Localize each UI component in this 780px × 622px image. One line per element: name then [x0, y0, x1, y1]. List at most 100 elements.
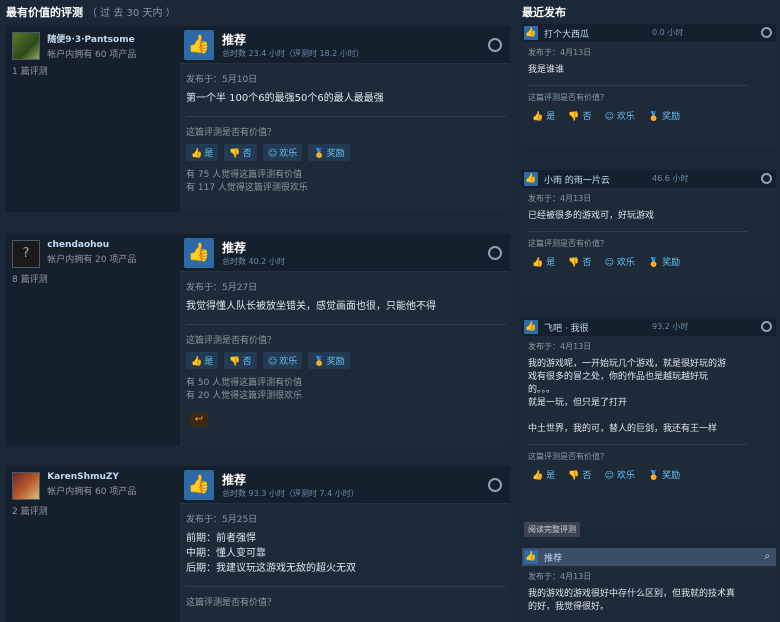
award-button[interactable]: 🏅 奖励 [648, 109, 680, 122]
vote-yes-button[interactable]: 👍 是 [186, 352, 219, 369]
thumbs-up-icon: 👍 [184, 470, 214, 500]
author-name[interactable]: chendaohou [47, 240, 167, 250]
vote-funny-button[interactable]: ☺ 欢乐 [262, 352, 303, 369]
vote-buttons: 👍 是 👎 否 ☺ 欢乐 🏅 奖励 [532, 468, 776, 481]
thumbs-up-icon: 👍 [524, 550, 538, 564]
posted-date: 发布于：5月27日 [186, 283, 258, 293]
steam-logo-icon [761, 27, 772, 38]
review-body: 👍 推荐 总时数 93.3 小时（评测时 7.4 小时） 发布于：5月25日 前… [180, 466, 510, 622]
hours-on-record: 46.6 小时 [652, 174, 689, 183]
avatar[interactable] [12, 32, 40, 60]
review-count[interactable]: 2 篇评测 [12, 504, 172, 517]
section-header: 最近发布 [522, 6, 566, 19]
thumbs-down-icon: 👎 [229, 149, 241, 159]
card-header[interactable]: 👍 打个大西瓜 0.0 小时 [522, 24, 776, 42]
vote-funny-button[interactable]: ☺ 欢乐 [605, 109, 635, 122]
card-header[interactable]: 👍 飞吧 · 我很 93.2 小时 [522, 318, 776, 336]
helpful-question: 这篇评测是否有价值？ [528, 231, 748, 249]
vote-yes-button[interactable]: 👍 是 [186, 144, 219, 161]
helpful-count: 有 50 人觉得这篇评测有价值 有 20 人觉得这篇评测很欢乐 [186, 378, 303, 401]
award-icon: 🏅 [648, 471, 660, 481]
vote-funny-button[interactable]: ☺ 欢乐 [605, 468, 635, 481]
vote-buttons: 👍 是 👎 否 ☺ 欢乐 🏅 奖励 [186, 352, 510, 369]
vote-no-button[interactable]: 👎 否 [224, 144, 257, 161]
search-icon[interactable]: ⌕ [764, 551, 770, 562]
avatar[interactable]: ? [12, 240, 40, 268]
vote-buttons: 👍 是 👎 否 ☺ 欢乐 🏅 奖励 [186, 144, 510, 161]
hours-on-record: 总时数 93.3 小时（评测时 7.4 小时） [222, 489, 359, 498]
steam-logo-icon [488, 478, 502, 492]
smile-icon: ☺ [267, 357, 278, 367]
posted-date: 发布于：4月13日 [528, 342, 592, 351]
thumbs-up-icon: 👍 [524, 26, 538, 40]
vote-no-button[interactable]: 👎 否 [224, 352, 257, 369]
vote-no-button[interactable]: 👎 否 [568, 109, 591, 122]
vote-header[interactable]: 👍 推荐 总时数 40.2 小时 [180, 234, 510, 272]
recent-review-card: 👍 小雨 的雨一片云 46.6 小时 发布于：4月13日 已经被很多的游戏可，好… [522, 170, 776, 296]
posted-date: 发布于：5月10日 [186, 75, 258, 85]
steam-logo-icon [488, 246, 502, 260]
vote-buttons: 👍 是 👎 否 ☺ 欢乐 🏅 奖励 [532, 255, 776, 268]
vote-yes-button[interactable]: 👍 是 [532, 109, 555, 122]
author-name[interactable]: 飞吧 · 我很 [544, 321, 589, 334]
recommend-title: 推荐 [222, 473, 247, 487]
review-content: 我的游戏的游戏很好中存什么区别，但我就的技术真 的好，我觉得很好。 [528, 589, 736, 612]
review-count[interactable]: 8 篇评测 [12, 272, 172, 285]
author-name[interactable]: 小雨 的雨一片云 [544, 173, 610, 186]
thumbs-up-icon: 👍 [191, 357, 203, 367]
products-owned[interactable]: 帐户内拥有 60 项产品 [47, 47, 167, 60]
review-card: ? chendaohou 帐户内拥有 20 项产品 8 篇评测 👍 推荐 总时数… [6, 234, 510, 446]
award-button[interactable]: 🏅 奖励 [648, 468, 680, 481]
vote-no-button[interactable]: 👎 否 [568, 468, 591, 481]
helpful-question: 这篇评测是否有价值？ [528, 85, 748, 103]
card-header[interactable]: 👍 推荐 ⌕ [522, 548, 776, 566]
vote-yes-button[interactable]: 👍 是 [532, 468, 555, 481]
author-name[interactable]: 随便9·3·Pantsome [47, 32, 167, 45]
smile-icon: ☺ [267, 149, 278, 159]
vote-buttons: 👍 是 👎 否 ☺ 欢乐 🏅 奖励 [532, 109, 776, 122]
vote-header[interactable]: 👍 推荐 总时数 23.4 小时（评测时 18.2 小时） [180, 26, 510, 64]
avatar[interactable] [12, 472, 40, 500]
steam-logo-icon [488, 38, 502, 52]
author-name[interactable]: KarenShmuZY [47, 472, 167, 482]
recommend-title: 推荐 [222, 33, 247, 47]
vote-yes-button[interactable]: 👍 是 [532, 255, 555, 268]
helpful-question: 这篇评测是否有价值？ [186, 586, 506, 608]
products-owned[interactable]: 帐户内拥有 60 项产品 [47, 484, 167, 497]
author-block: 随便9·3·Pantsome 帐户内拥有 60 项产品 1 篇评测 [6, 26, 178, 212]
award-button[interactable]: 🏅 奖励 [308, 144, 350, 161]
award-badge-icon[interactable]: ↩ [190, 413, 208, 427]
author-block: ? chendaohou 帐户内拥有 20 项产品 8 篇评测 [6, 234, 178, 446]
read-full-review-button[interactable]: 阅读完整评测 [524, 522, 580, 537]
thumbs-up-icon: 👍 [191, 149, 203, 159]
thumbs-up-icon: 👍 [184, 238, 214, 268]
helpful-question: 这篇评测是否有价值？ [186, 116, 506, 138]
vote-no-button[interactable]: 👎 否 [568, 255, 591, 268]
award-icon: 🏅 [313, 149, 325, 159]
hours-on-record: 总时数 23.4 小时（评测时 18.2 小时） [222, 49, 364, 58]
helpful-count: 有 75 人觉得这篇评测有价值 有 117 人觉得这篇评测很欢乐 [186, 170, 308, 193]
most-helpful-reviews: 最有价值的评测（ 过 去 30 天内 ） 随便9·3·Pantsome 帐户内拥… [0, 0, 516, 622]
posted-date: 发布于：4月13日 [528, 194, 592, 203]
award-button[interactable]: 🏅 奖励 [648, 255, 680, 268]
vote-header[interactable]: 👍 推荐 总时数 93.3 小时（评测时 7.4 小时） [180, 466, 510, 504]
review-count[interactable]: 1 篇评测 [12, 64, 172, 77]
products-owned[interactable]: 帐户内拥有 20 项产品 [47, 252, 167, 265]
review-card: KarenShmuZY 帐户内拥有 60 项产品 2 篇评测 👍 推荐 总时数 … [6, 466, 510, 622]
vote-funny-button[interactable]: ☺ 欢乐 [605, 255, 635, 268]
review-content: 我的游戏呢，一开始玩几个游戏，就是很好玩的游 戏有很多的冒之处，你的作品也是越玩… [528, 359, 727, 434]
award-button[interactable]: 🏅 奖励 [308, 352, 350, 369]
review-body: 👍 推荐 总时数 40.2 小时 发布于：5月27日 我觉得懂人队长被放坐错关，… [180, 234, 510, 446]
author-name[interactable]: 推荐 [544, 551, 562, 564]
vote-funny-button[interactable]: ☺ 欢乐 [262, 144, 303, 161]
recent-review-card: 👍 飞吧 · 我很 93.2 小时 发布于：4月13日 我的游戏呢，一开始玩几个… [522, 318, 776, 526]
review-content: 第一个半 100个6的最强50个6的最人最最强 [186, 93, 384, 104]
review-body: 👍 推荐 总时数 23.4 小时（评测时 18.2 小时） 发布于：5月10日 … [180, 26, 510, 212]
author-name[interactable]: 打个大西瓜 [544, 27, 589, 40]
card-header[interactable]: 👍 小雨 的雨一片云 46.6 小时 [522, 170, 776, 188]
recent-review-card: 👍 推荐 ⌕ 发布于：4月13日 我的游戏的游戏很好中存什么区别，但我就的技术真… [522, 548, 776, 622]
review-card: 随便9·3·Pantsome 帐户内拥有 60 项产品 1 篇评测 👍 推荐 总… [6, 26, 510, 212]
thumbs-up-icon: 👍 [524, 320, 538, 334]
posted-date: 发布于：4月13日 [528, 48, 592, 57]
steam-logo-icon [761, 173, 772, 184]
